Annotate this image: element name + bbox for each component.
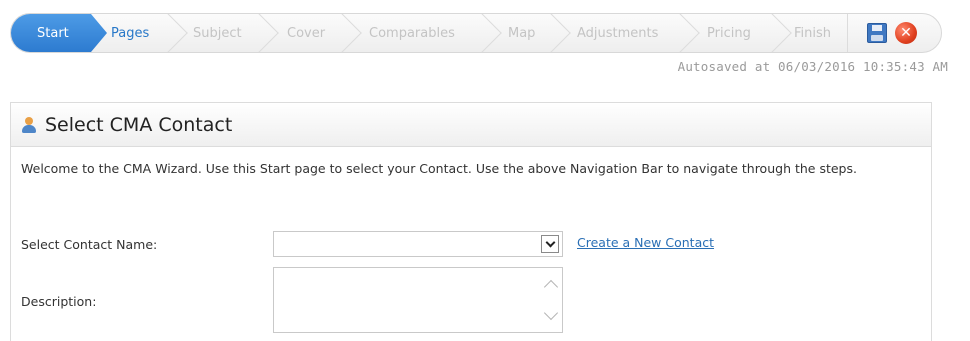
contact-row: Select Contact Name: Create a New Contac… — [21, 231, 921, 259]
step-separator — [752, 14, 792, 52]
create-new-contact-link[interactable]: Create a New Contact — [577, 235, 714, 250]
intro-text: Welcome to the CMA Wizard. Use this Star… — [21, 161, 857, 176]
wizard-step-subject[interactable]: Subject — [193, 14, 242, 52]
wizard-step-pricing[interactable]: Pricing — [707, 14, 751, 52]
panel-title: Select CMA Contact — [45, 113, 233, 136]
panel-header: Select CMA Contact — [11, 103, 931, 147]
wizard-step-start[interactable]: Start — [11, 14, 107, 52]
step-separator — [322, 14, 362, 52]
wizard-step-label: Adjustments — [577, 25, 659, 41]
select-contact-panel: Select CMA Contact Welcome to the CMA Wi… — [10, 102, 932, 341]
wizard-step-adjustments[interactable]: Adjustments — [577, 14, 658, 52]
wizard-step-label: Pages — [111, 25, 150, 41]
wizard-navigation-bar: Start Pages Subject Cover Comparables Ma… — [10, 13, 942, 53]
contact-name-select[interactable] — [273, 231, 563, 257]
panel-body: Welcome to the CMA Wizard. Use this Star… — [11, 147, 931, 178]
description-textarea[interactable] — [273, 267, 563, 333]
step-separator — [660, 14, 700, 52]
chevron-down-icon[interactable] — [541, 235, 559, 253]
wizard-step-label: Subject — [193, 25, 242, 41]
wizard-step-label: Start — [37, 25, 69, 41]
contact-name-label: Select Contact Name: — [21, 237, 158, 252]
autosave-status: Autosaved at 06/03/2016 10:35:43 AM — [677, 59, 948, 74]
wizard-step-pages[interactable]: Pages — [111, 14, 149, 52]
step-separator — [531, 14, 571, 52]
wizard-step-label: Pricing — [707, 25, 751, 41]
contact-icon — [21, 116, 37, 134]
close-icon[interactable]: ✕ — [895, 22, 917, 44]
toolbar-divider — [847, 14, 848, 52]
description-label: Description: — [21, 294, 97, 309]
wizard-step-label: Finish — [794, 25, 832, 41]
wizard-step-label: Comparables — [369, 25, 455, 41]
step-separator — [148, 14, 188, 52]
description-row: Description: — [21, 267, 921, 335]
wizard-step-cover[interactable]: Cover — [287, 14, 325, 52]
step-separator — [239, 14, 279, 52]
save-icon[interactable] — [867, 23, 887, 43]
wizard-step-finish[interactable]: Finish — [794, 14, 831, 52]
wizard-step-comparables[interactable]: Comparables — [369, 14, 455, 52]
scroll-up-icon[interactable] — [543, 279, 559, 295]
step-separator — [462, 14, 502, 52]
scroll-down-icon[interactable] — [543, 305, 559, 321]
wizard-step-label: Cover — [287, 25, 326, 41]
